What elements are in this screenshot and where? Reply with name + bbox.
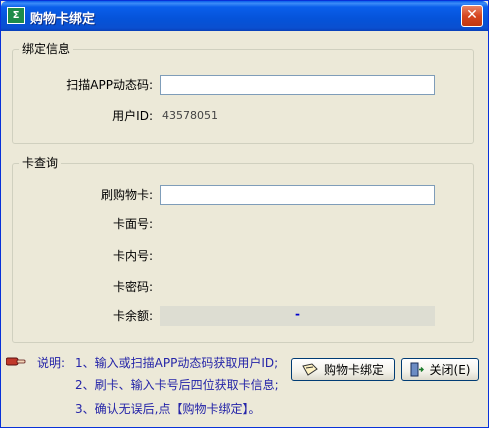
scan-code-input[interactable] bbox=[160, 75, 435, 95]
note-line-3: 3、确认无误后,点【购物卡绑定】。 bbox=[75, 402, 261, 416]
card-inner-number-label: 卡内号: bbox=[112, 249, 153, 263]
window-title: 购物卡绑定 bbox=[30, 12, 96, 27]
card-balance-label: 卡余额: bbox=[112, 309, 153, 323]
app-icon: Σ bbox=[7, 7, 25, 24]
card-face-number-label: 卡面号: bbox=[112, 217, 153, 231]
swipe-card-input[interactable] bbox=[160, 185, 435, 205]
notes-heading: 说明: bbox=[37, 356, 66, 370]
title-bar[interactable]: Σ 购物卡绑定 ✕ bbox=[1, 1, 488, 31]
close-button-label: 关闭(E) bbox=[429, 363, 471, 377]
close-button[interactable]: 关闭(E) bbox=[401, 358, 479, 381]
card-icon bbox=[302, 363, 318, 376]
note-line-2: 2、刷卡、输入卡号后四位获取卡信息; bbox=[75, 378, 279, 392]
pointing-hand-icon bbox=[6, 357, 26, 366]
card-query-legend: 卡查询 bbox=[19, 156, 62, 170]
note-line-1: 1、输入或扫描APP动态码获取用户ID; bbox=[75, 356, 279, 370]
exit-door-icon bbox=[410, 362, 424, 377]
bind-info-legend: 绑定信息 bbox=[19, 42, 74, 56]
user-id-label: 用户ID: bbox=[112, 109, 153, 123]
bind-info-group: 绑定信息 bbox=[12, 42, 474, 144]
bind-card-button[interactable]: 购物卡绑定 bbox=[291, 358, 395, 381]
card-password-label: 卡密码: bbox=[112, 280, 153, 294]
card-balance-value: - bbox=[160, 306, 435, 326]
scan-code-label: 扫描APP动态码: bbox=[66, 78, 153, 92]
user-id-value: 43578051 bbox=[162, 109, 218, 122]
bind-card-button-label: 购物卡绑定 bbox=[323, 363, 384, 377]
close-window-button[interactable]: ✕ bbox=[461, 5, 483, 27]
swipe-card-label: 刷购物卡: bbox=[100, 188, 153, 202]
bind-card-dialog: Σ 购物卡绑定 ✕ 绑定信息 扫描APP动态码: 用户ID: 43578051 … bbox=[0, 0, 489, 428]
